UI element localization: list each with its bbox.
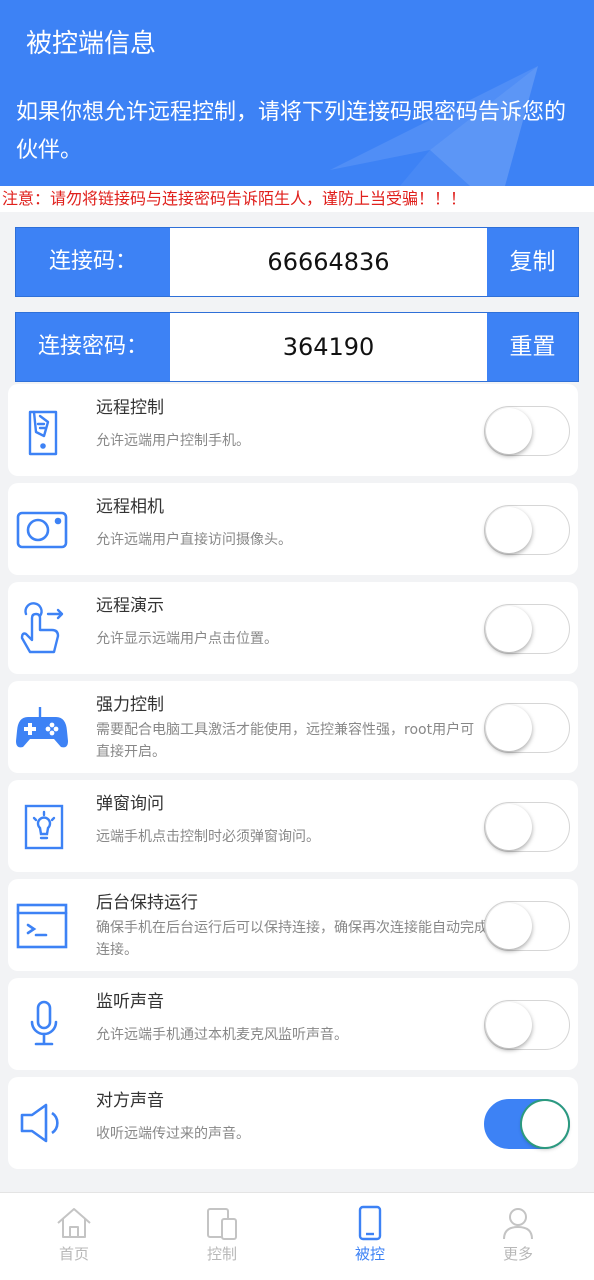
background-run-toggle[interactable]: [484, 901, 570, 951]
setting-title: 弹窗询问: [96, 794, 164, 814]
setting-description: 允许远端用户直接访问摄像头。: [96, 532, 292, 548]
page-description: 如果你想允许远程控制，请将下列连接码跟密码告诉您的伙伴。: [16, 100, 567, 163]
setting-popup-confirm: 弹窗询问 远端手机点击控制时必须弹窗询问。: [8, 780, 578, 872]
security-warning: 注意：请勿将链接码与连接密码告诉陌生人，谨防上当受骗！！！: [0, 186, 594, 212]
toggle-knob: [486, 903, 532, 949]
setting-peer-audio: 对方声音 收听远端传过来的声音。: [8, 1077, 578, 1169]
force-control-toggle[interactable]: [484, 703, 570, 753]
connection-code-row: 连接码： 66664836 复制: [15, 227, 579, 297]
peer-audio-toggle[interactable]: [484, 1099, 570, 1149]
nav-controlled[interactable]: 被控: [296, 1193, 444, 1280]
header: 被控端信息 如果你想允许远程控制，请将下列连接码跟密码告诉您的伙伴。: [0, 0, 594, 186]
remote-control-toggle[interactable]: [484, 406, 570, 456]
phone-icon: [358, 1205, 382, 1241]
setting-description: 确保手机在后台运行后可以保持连接，确保再次连接能自动完成连接。: [96, 920, 488, 958]
connection-code-label: 连接码：: [48, 249, 137, 274]
nav-control[interactable]: 控制: [148, 1193, 296, 1280]
remote-control-icon: [14, 402, 70, 458]
setting-remote-control: 远程控制 允许远端用户控制手机。: [8, 384, 578, 476]
setting-description: 允许远端用户控制手机。: [96, 433, 250, 449]
copy-button[interactable]: 复制: [487, 228, 578, 296]
setting-description: 需要配合电脑工具激活才能使用，远控兼容性强，root用户可直接开启。: [96, 722, 475, 760]
toggle-knob: [486, 705, 532, 751]
setting-title: 对方声音: [96, 1091, 164, 1111]
setting-title: 强力控制: [96, 695, 164, 715]
lightbulb-icon: [14, 798, 70, 854]
reset-button[interactable]: 重置: [487, 313, 578, 381]
nav-label: 更多: [502, 1245, 533, 1263]
home-icon: [57, 1208, 91, 1238]
setting-description: 远端手机点击控制时必须弹窗询问。: [96, 829, 320, 845]
setting-remote-demo: 远程演示 允许显示远端用户点击位置。: [8, 582, 578, 674]
setting-title: 远程控制: [96, 398, 164, 418]
microphone-icon: [14, 996, 70, 1052]
setting-force-control: 强力控制 需要配合电脑工具激活才能使用，远控兼容性强，root用户可直接开启。: [8, 681, 578, 773]
camera-icon: [14, 501, 70, 557]
devices-icon: [207, 1208, 237, 1240]
user-icon: [503, 1208, 533, 1240]
toggle-knob: [522, 1101, 568, 1147]
remote-camera-toggle[interactable]: [484, 505, 570, 555]
connection-password-label: 连接密码：: [37, 334, 148, 359]
setting-title: 监听声音: [96, 992, 164, 1012]
terminal-icon: [14, 897, 70, 953]
toggle-knob: [486, 408, 532, 454]
bottom-navigation: 首页 控制 被控 更多: [0, 1192, 594, 1280]
toggle-knob: [486, 606, 532, 652]
toggle-knob: [486, 1002, 532, 1048]
setting-listen-audio: 监听声音 允许远端手机通过本机麦克风监听声音。: [8, 978, 578, 1070]
page-title: 被控端信息: [26, 29, 157, 59]
speaker-icon: [14, 1095, 70, 1151]
toggle-knob: [486, 804, 532, 850]
setting-title: 后台保持运行: [96, 893, 198, 913]
setting-description: 允许显示远端用户点击位置。: [96, 631, 278, 647]
setting-title: 远程演示: [96, 596, 164, 616]
setting-description: 收听远端传过来的声音。: [96, 1126, 250, 1142]
popup-confirm-toggle[interactable]: [484, 802, 570, 852]
nav-label: 控制: [206, 1245, 237, 1263]
toggle-knob: [486, 507, 532, 553]
listen-audio-toggle[interactable]: [484, 1000, 570, 1050]
remote-demo-toggle[interactable]: [484, 604, 570, 654]
touch-gesture-icon: [14, 600, 70, 656]
nav-home[interactable]: 首页: [0, 1193, 148, 1280]
nav-more[interactable]: 更多: [444, 1193, 592, 1280]
connection-password-row: 连接密码： 364190 重置: [15, 312, 579, 382]
connection-password-value: 364190: [170, 313, 487, 381]
nav-label: 首页: [58, 1245, 89, 1263]
nav-label: 被控: [354, 1245, 385, 1263]
connection-code-value: 66664836: [170, 228, 487, 296]
gamepad-icon: [14, 699, 70, 755]
setting-background-run: 后台保持运行 确保手机在后台运行后可以保持连接，确保再次连接能自动完成连接。: [8, 879, 578, 971]
setting-remote-camera: 远程相机 允许远端用户直接访问摄像头。: [8, 483, 578, 575]
setting-description: 允许远端手机通过本机麦克风监听声音。: [96, 1027, 348, 1043]
setting-title: 远程相机: [96, 497, 164, 517]
